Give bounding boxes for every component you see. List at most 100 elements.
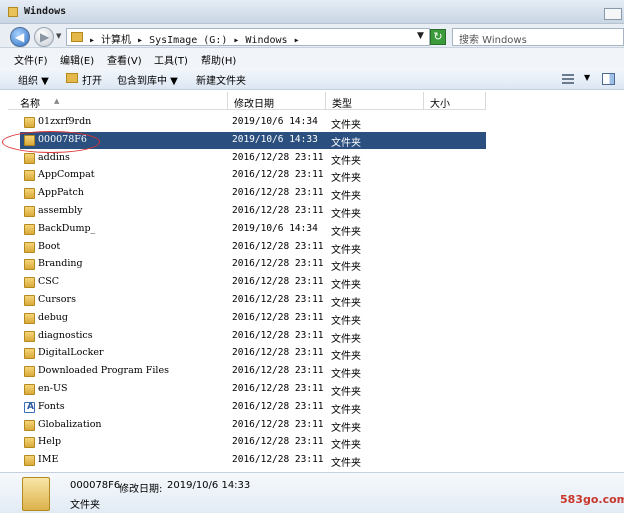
arrow-right-icon: ▶ xyxy=(40,30,50,44)
file-type: 文件夹 xyxy=(331,209,361,220)
view-list-icon[interactable] xyxy=(562,74,574,84)
file-name: Boot xyxy=(38,240,61,252)
file-row[interactable]: BackDump_ 2019/10/6 14:34 文件夹 xyxy=(20,221,486,238)
file-date: 2016/12/28 23:11 xyxy=(232,418,324,430)
file-row[interactable]: en-US 2016/12/28 23:11 文件夹 xyxy=(20,381,486,398)
folder-icon xyxy=(24,419,35,431)
chevron-down-icon[interactable]: ▼ xyxy=(584,73,590,82)
file-date: 2019/10/6 14:33 xyxy=(232,133,318,145)
file-type: 文件夹 xyxy=(331,315,361,327)
folder-icon xyxy=(24,134,35,146)
folder-icon xyxy=(24,348,35,360)
history-dropdown-icon[interactable]: ▼ xyxy=(56,32,61,40)
file-row[interactable]: Fonts 2016/12/28 23:11 文件夹 xyxy=(20,399,486,416)
file-row[interactable]: CSC 2016/12/28 23:11 文件夹 xyxy=(20,274,486,291)
chevron-down-icon[interactable]: ▼ xyxy=(417,31,424,41)
arrow-left-icon: ◀ xyxy=(15,30,25,44)
folder-icon xyxy=(24,188,35,200)
minimize-button[interactable] xyxy=(604,8,622,20)
file-row[interactable]: Help 2016/12/28 23:11 文件夹 xyxy=(20,434,486,451)
file-name: Downloaded Program Files xyxy=(38,365,169,377)
file-date: 2016/12/28 23:11 xyxy=(232,436,324,448)
file-name: en-US xyxy=(38,383,68,394)
new-folder-button[interactable]: 新建文件夹 xyxy=(196,72,246,87)
file-row[interactable]: debug 2016/12/28 23:11 文件夹 xyxy=(20,310,486,327)
details-name: 000078F6 xyxy=(70,480,121,491)
organize-button[interactable]: 组织 ▼ xyxy=(18,72,49,87)
file-type: 文件夹 xyxy=(331,137,361,149)
column-size-label: 大小 xyxy=(430,99,450,110)
folder-icon xyxy=(24,206,35,217)
file-row[interactable]: assembly 2016/12/28 23:11 文件夹 xyxy=(20,203,486,220)
file-date: 2016/12/28 23:11 xyxy=(232,347,324,359)
file-row[interactable]: 000078F6 2019/10/6 14:33 文件夹 xyxy=(20,131,486,149)
file-name: Help xyxy=(38,436,62,448)
address-field[interactable]: ▸ 计算机 ▸ SysImage (G:) ▸ Windows ▸ ▼ xyxy=(66,28,430,46)
file-type: 文件夹 xyxy=(331,351,361,363)
search-input[interactable]: 搜索 Windows xyxy=(452,28,624,46)
folder-icon xyxy=(8,7,18,17)
preview-pane-icon[interactable] xyxy=(602,73,615,85)
back-button[interactable]: ◀ xyxy=(10,27,30,47)
file-row[interactable]: Cursors 2016/12/28 23:11 文件夹 xyxy=(20,292,486,309)
file-row[interactable]: IME 2016/12/28 23:11 文件夹 xyxy=(20,452,486,469)
file-row[interactable]: DigitalLocker 2016/12/28 23:11 文件夹 xyxy=(20,345,486,362)
menu-tools[interactable]: 工具(T) xyxy=(154,52,188,67)
folder-icon xyxy=(24,455,35,467)
column-type-label: 类型 xyxy=(332,99,352,110)
file-name: 000078F6 xyxy=(38,133,87,145)
include-in-library-button[interactable]: 包含到库中 ▼ xyxy=(117,72,178,87)
file-row[interactable]: Boot 2016/12/28 23:11 文件夹 xyxy=(20,239,486,256)
refresh-icon: ↻ xyxy=(433,30,443,43)
file-type: 文件夹 xyxy=(331,440,361,452)
file-type: 文件夹 xyxy=(331,120,361,131)
menu-edit[interactable]: 编辑(E) xyxy=(60,52,94,67)
folder-icon xyxy=(24,312,35,324)
menu-help[interactable]: 帮助(H) xyxy=(201,52,236,67)
file-row[interactable]: Downloaded Program Files 2016/12/28 23:11… xyxy=(20,363,486,380)
file-type: 文件夹 xyxy=(331,404,361,416)
refresh-button[interactable]: ↻ xyxy=(430,29,446,45)
file-date: 2016/12/28 23:11 xyxy=(232,365,324,377)
file-name: debug xyxy=(38,311,68,323)
file-date: 2016/12/28 23:11 xyxy=(232,205,324,216)
forward-button[interactable]: ▶ xyxy=(34,27,54,47)
file-name: Cursors xyxy=(38,294,76,305)
file-date: 2019/10/6 14:34 xyxy=(232,222,318,234)
file-row[interactable]: Branding 2016/12/28 23:11 文件夹 xyxy=(20,256,486,273)
details-date: 2019/10/6 14:33 xyxy=(167,480,251,491)
address-bar: ◀ ▶ ▼ ▸ 计算机 ▸ SysImage (G:) ▸ Windows ▸ … xyxy=(0,24,624,48)
details-date-label: 修改日期: xyxy=(119,484,163,495)
file-date: 2016/12/28 23:11 xyxy=(232,276,324,288)
file-row[interactable]: AppCompat 2016/12/28 23:11 文件夹 xyxy=(20,167,486,184)
column-header-date[interactable]: 修改日期 xyxy=(228,92,326,110)
file-date: 2016/12/28 23:11 xyxy=(232,240,324,252)
file-row[interactable]: Globalization 2016/12/28 23:11 文件夹 xyxy=(20,417,486,434)
file-type: 文件夹 xyxy=(331,191,361,203)
file-type: 文件夹 xyxy=(331,422,361,434)
column-name-label: 名称 xyxy=(20,99,40,110)
column-header-size[interactable]: 大小 xyxy=(424,92,486,110)
file-date: 2016/12/28 23:11 xyxy=(232,187,324,199)
menu-view[interactable]: 查看(V) xyxy=(107,52,142,67)
window-title: Windows xyxy=(24,6,67,17)
open-button[interactable]: 打开 xyxy=(82,72,102,87)
file-list-pane: 名称 ▲ 修改日期 类型 大小 01zxrf9rdn 2019/10/6 14:3… xyxy=(0,90,624,472)
file-date: 2016/12/28 23:11 xyxy=(232,383,324,394)
menu-bar: 文件(F) 编辑(E) 查看(V) 工具(T) 帮助(H) xyxy=(0,48,624,68)
folder-icon xyxy=(24,330,35,342)
file-date: 2016/12/28 23:11 xyxy=(232,294,324,305)
file-row[interactable]: 01zxrf9rdn 2019/10/6 14:34 文件夹 xyxy=(20,114,486,131)
file-row[interactable]: diagnostics 2016/12/28 23:11 文件夹 xyxy=(20,328,486,345)
menu-file[interactable]: 文件(F) xyxy=(14,52,48,67)
folder-icon xyxy=(24,295,35,306)
column-header-name[interactable]: 名称 ▲ xyxy=(8,92,228,110)
file-row[interactable]: AppPatch 2016/12/28 23:11 文件夹 xyxy=(20,185,486,202)
column-header-type[interactable]: 类型 xyxy=(326,92,424,110)
file-type: 文件夹 xyxy=(331,369,361,381)
file-name: addins xyxy=(38,151,70,163)
file-row[interactable]: addins 2016/12/28 23:11 文件夹 xyxy=(20,150,486,167)
details-pane: 000078F6 修改日期: 2019/10/6 14:33 文件夹 583go… xyxy=(0,472,624,513)
file-name: Fonts xyxy=(38,400,65,412)
breadcrumb[interactable]: ▸ 计算机 ▸ SysImage (G:) ▸ Windows ▸ xyxy=(89,31,300,46)
